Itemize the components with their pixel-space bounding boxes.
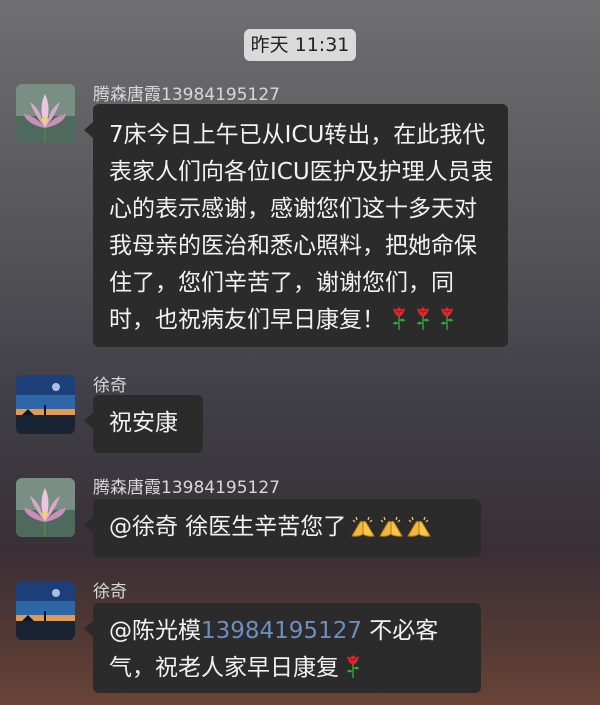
- rose-icon: [413, 305, 433, 331]
- message-text: 祝安康: [109, 410, 178, 436]
- sender-name: 徐奇: [93, 582, 127, 602]
- message-bubble[interactable]: 祝安康: [84, 395, 203, 453]
- avatar[interactable]: [16, 84, 75, 143]
- message-bubble[interactable]: 7床今日上午已从ICU转出，在此我代表家人们向各位ICU医护及护理人员衷心的表示…: [84, 104, 508, 347]
- phone-link[interactable]: 13984195127: [201, 618, 362, 644]
- message-bubble[interactable]: @徐奇 徐医生辛苦您了: [84, 499, 481, 557]
- folded-hands-icon: [378, 514, 404, 538]
- avatar[interactable]: [16, 478, 75, 537]
- avatar[interactable]: [16, 375, 75, 434]
- message-bubble[interactable]: @陈光模13984195127 不必客气，祝老人家早日康复: [84, 603, 481, 693]
- folded-hands-icon: [406, 514, 432, 538]
- chat-timestamp: 昨天 11:31: [244, 29, 356, 61]
- avatar[interactable]: [16, 581, 75, 640]
- rose-icon: [437, 305, 457, 331]
- rose-icon: [389, 305, 409, 331]
- mention-text[interactable]: @陈光模: [109, 618, 201, 644]
- message-text: @徐奇 徐医生辛苦您了: [109, 514, 347, 540]
- sender-name: 徐奇: [93, 376, 127, 396]
- rose-icon: [343, 653, 363, 679]
- message-text: 7床今日上午已从ICU转出，在此我代表家人们向各位ICU医护及护理人员衷心的表示…: [109, 122, 494, 333]
- folded-hands-icon: [350, 514, 376, 538]
- sender-name: 腾森唐霞13984195127: [93, 478, 280, 498]
- sender-name: 腾森唐霞13984195127: [93, 85, 280, 105]
